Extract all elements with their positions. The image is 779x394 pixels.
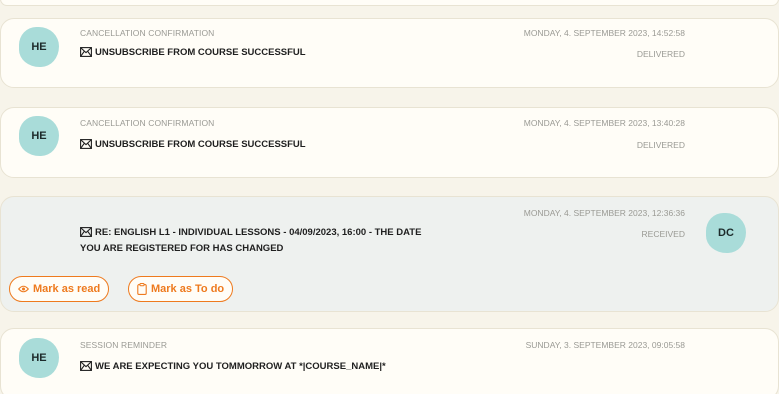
message-status: RECEIVED [641,229,685,239]
message-card-partial[interactable] [0,0,779,6]
eye-icon [18,285,29,293]
message-subject: RE: ENGLISH L1 - INDIVIDUAL LESSONS - 04… [80,225,421,257]
message-subject: WE ARE EXPECTING YOU TOMMORROW AT *|COUR… [80,359,386,375]
avatar: HE [19,27,59,67]
mark-as-read-label: Mark as read [33,283,101,295]
envelope-icon [80,139,92,149]
avatar: DC [706,213,746,253]
message-subject-text: RE: ENGLISH L1 - INDIVIDUAL LESSONS - 04… [95,227,422,238]
message-date: MONDAY, 4. SEPTEMBER 2023, 13:40:28 [523,118,685,128]
message-card[interactable]: HE SESSION REMINDER WE ARE EXPECTING YOU… [0,328,779,394]
message-status: DELIVERED [636,49,685,59]
avatar: HE [19,338,59,378]
message-date: MONDAY, 4. SEPTEMBER 2023, 14:52:58 [523,28,685,38]
envelope-icon [80,227,92,237]
envelope-icon [80,47,92,57]
message-status: DELIVERED [636,140,685,150]
envelope-icon [80,361,92,371]
message-date: SUNDAY, 3. SEPTEMBER 2023, 09:05:58 [525,340,685,350]
mark-as-todo-label: Mark as To do [151,283,225,295]
message-card-received[interactable]: RE: ENGLISH L1 - INDIVIDUAL LESSONS - 04… [0,196,779,312]
mark-as-read-button[interactable]: Mark as read [9,276,110,302]
message-subject: UNSUBSCRIBE FROM COURSE SUCCESSFUL [80,137,306,153]
message-subject-text-line2: YOU ARE REGISTERED FOR HAS CHANGED [80,243,284,254]
message-subject-text: UNSUBSCRIBE FROM COURSE SUCCESSFUL [95,47,306,58]
message-category: SESSION REMINDER [80,340,168,350]
message-subject: UNSUBSCRIBE FROM COURSE SUCCESSFUL [80,45,306,61]
avatar: HE [19,116,59,156]
message-card[interactable]: HE CANCELLATION CONFIRMATION UNSUBSCRIBE… [0,107,779,178]
message-date: MONDAY, 4. SEPTEMBER 2023, 12:36:36 [523,208,685,218]
message-category: CANCELLATION CONFIRMATION [80,28,215,38]
message-subject-text: WE ARE EXPECTING YOU TOMMORROW AT *|COUR… [95,361,386,372]
message-subject-text: UNSUBSCRIBE FROM COURSE SUCCESSFUL [95,139,306,150]
message-card[interactable]: HE CANCELLATION CONFIRMATION UNSUBSCRIBE… [0,18,779,88]
message-category: CANCELLATION CONFIRMATION [80,118,215,128]
mark-as-todo-button[interactable]: Mark as To do [128,276,234,302]
clipboard-icon [137,283,147,295]
